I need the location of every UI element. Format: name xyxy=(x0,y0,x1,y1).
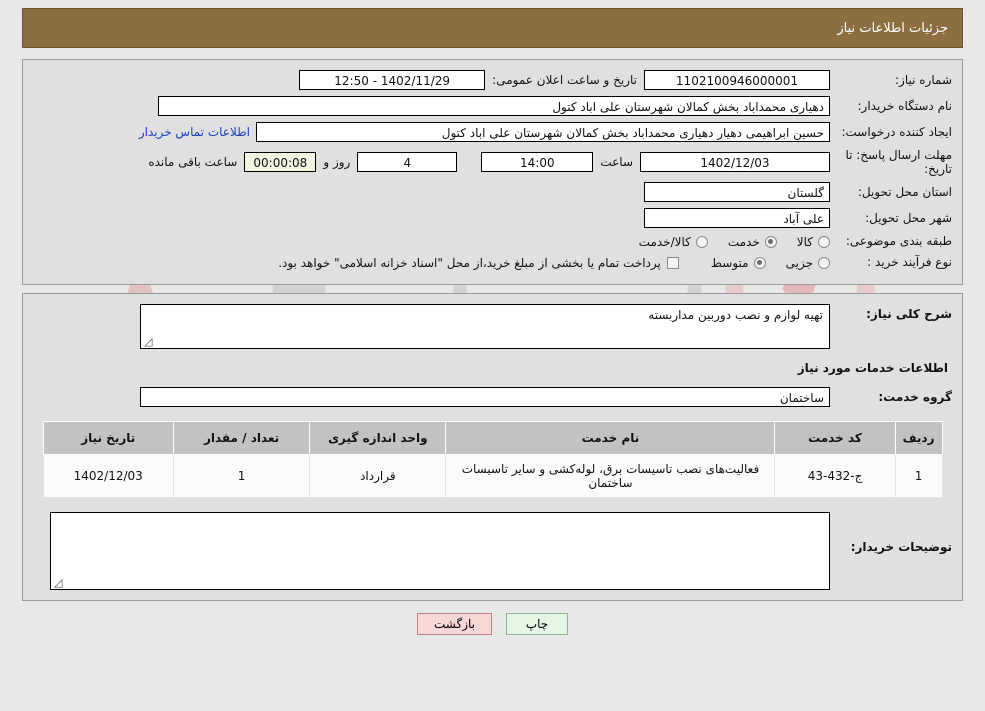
row-purchase-process: نوع فرآیند خرید : جزیی متوسط پرداخت تمام… xyxy=(23,255,962,270)
subject-category-radio-group: کالا خدمت کالا/خدمت xyxy=(621,235,830,249)
radio-indicator-goods[interactable] xyxy=(818,235,830,248)
row-response-deadline: مهلت ارسال پاسخ: تا تاریخ: 1402/12/03 سا… xyxy=(23,148,962,176)
radio-label-minor: جزیی xyxy=(785,255,813,270)
radio-category-service[interactable]: خدمت xyxy=(728,235,777,249)
page-root: جزئیات اطلاعات نیاز شماره نیاز: 11021009… xyxy=(0,8,985,635)
general-description-label: شرح کلی نیاز: xyxy=(866,307,952,321)
row-subject-category: طبقه بندی موضوعی: کالا خدمت کالا/خدمت xyxy=(23,234,962,249)
treasury-bond-checkbox[interactable] xyxy=(666,256,679,269)
cell-unit: قرارداد xyxy=(309,454,447,498)
row-need-number: شماره نیاز: 1102100946000001 تاریخ و ساع… xyxy=(23,70,962,90)
treasury-bond-note: پرداخت تمام یا بخشی از مبلغ خرید،از محل … xyxy=(278,255,661,270)
row-general-description: شرح کلی نیاز: تهیه لوازم و نصب دوربین مد… xyxy=(23,304,962,349)
radio-indicator-minor[interactable] xyxy=(818,256,830,269)
resize-grip-icon[interactable]: ◺ xyxy=(144,335,154,348)
cell-row-no: 1 xyxy=(894,454,943,498)
row-service-group: گروه خدمت: ساختمان xyxy=(23,387,962,407)
row-delivery-province: استان محل تحویل: گلستان xyxy=(23,182,962,202)
row-buyer-comment: توضیحات خریدار: ◺ xyxy=(23,512,962,590)
remaining-days-label: روز و xyxy=(323,155,351,169)
cell-service-name: فعالیت‌های نصب تاسیسات برق، لوله‌کشی و س… xyxy=(445,454,776,498)
buyer-comment-label: توضیحات خریدار: xyxy=(850,540,952,554)
items-table-wrap: ردیف کد خدمت نام خدمت واحد اندازه گیری ت… xyxy=(23,421,962,498)
row-delivery-city: شهر محل تحویل: علی آباد xyxy=(23,208,962,228)
col-header-need-date: تاریخ نیاز xyxy=(42,421,174,455)
deadline-hour-label: ساعت xyxy=(600,155,633,169)
col-header-service-code: کد خدمت xyxy=(774,421,896,455)
general-description-value: تهیه لوازم و نصب دوربین مداربسته xyxy=(648,308,823,322)
items-table-header-row: ردیف کد خدمت نام خدمت واحد اندازه گیری ت… xyxy=(42,421,943,455)
radio-process-medium[interactable]: متوسط xyxy=(711,256,766,270)
page-title: جزئیات اطلاعات نیاز xyxy=(837,20,948,36)
announce-datetime-label: تاریخ و ساعت اعلان عمومی: xyxy=(492,73,637,87)
items-table: ردیف کد خدمت نام خدمت واحد اندازه گیری ت… xyxy=(42,421,943,498)
delivery-city-label: شهر محل تحویل: xyxy=(865,210,952,225)
delivery-province-field[interactable]: گلستان xyxy=(644,182,830,202)
radio-label-goods-service: کالا/خدمت xyxy=(638,234,691,249)
remaining-timer-field: 00:00:08 xyxy=(244,152,317,172)
purchase-process-radio-group: جزیی متوسط xyxy=(693,256,830,270)
print-button[interactable]: چاپ xyxy=(506,613,568,635)
announce-datetime-field[interactable]: 1402/11/29 - 12:50 xyxy=(299,70,486,90)
radio-category-goods[interactable]: کالا xyxy=(797,235,830,249)
treasury-bond-checkbox-item[interactable]: پرداخت تمام یا بخشی از مبلغ خرید،از محل … xyxy=(278,256,679,270)
buyer-contact-link[interactable]: اطلاعات تماس خریدار xyxy=(133,125,256,139)
row-buyer-org: نام دستگاه خریدار: دهیاری محمداباد بخش ک… xyxy=(23,96,962,116)
delivery-city-field[interactable]: علی آباد xyxy=(644,208,830,228)
col-header-service-name: نام خدمت xyxy=(445,421,776,455)
radio-category-goods-service[interactable]: کالا/خدمت xyxy=(639,235,708,249)
page-title-bar: جزئیات اطلاعات نیاز xyxy=(22,8,963,48)
col-header-unit: واحد اندازه گیری xyxy=(309,421,447,455)
table-row: 1 ج-432-43 فعالیت‌های نصب تاسیسات برق، ل… xyxy=(42,454,943,498)
col-header-quantity: تعداد / مقدار xyxy=(172,421,311,455)
need-number-field[interactable]: 1102100946000001 xyxy=(644,70,830,90)
cell-service-code: ج-432-43 xyxy=(774,454,896,498)
radio-indicator-service[interactable] xyxy=(764,235,777,248)
radio-label-medium: متوسط xyxy=(710,255,749,270)
radio-process-minor[interactable]: جزیی xyxy=(786,256,830,270)
response-deadline-label: مهلت ارسال پاسخ: تا تاریخ: xyxy=(845,148,952,176)
need-details-panel: شرح کلی نیاز: تهیه لوازم و نصب دوربین مد… xyxy=(22,293,963,601)
remaining-days-field: 4 xyxy=(357,152,458,172)
buyer-org-label: نام دستگاه خریدار: xyxy=(857,98,953,113)
delivery-province-label: استان محل تحویل: xyxy=(857,184,952,199)
row-request-creator: ایجاد کننده درخواست: حسین ابراهیمی دهیار… xyxy=(23,122,962,142)
cell-need-date: 1402/12/03 xyxy=(42,454,174,498)
deadline-hour-field[interactable]: 14:00 xyxy=(481,152,594,172)
deadline-date-field[interactable]: 1402/12/03 xyxy=(640,152,830,172)
resize-grip-icon[interactable]: ◺ xyxy=(54,576,64,589)
services-section-title: اطلاعات خدمات مورد نیاز xyxy=(797,361,948,375)
action-button-bar: بازگشت چاپ xyxy=(0,613,985,635)
need-info-panel: شماره نیاز: 1102100946000001 تاریخ و ساع… xyxy=(22,59,963,285)
need-number-label: شماره نیاز: xyxy=(895,72,952,87)
cell-quantity: 1 xyxy=(172,454,311,498)
radio-label-goods: کالا xyxy=(796,234,813,249)
radio-indicator-goods-service[interactable] xyxy=(695,235,708,248)
buyer-comment-textarea[interactable]: ◺ xyxy=(50,512,830,590)
back-button[interactable]: بازگشت xyxy=(417,613,492,635)
buyer-org-field[interactable]: دهیاری محمداباد بخش کمالان شهرستان علی ا… xyxy=(158,96,830,116)
radio-label-service: خدمت xyxy=(727,234,760,249)
col-header-row-no: ردیف xyxy=(894,421,943,455)
request-creator-label: ایجاد کننده درخواست: xyxy=(841,124,952,139)
service-group-field[interactable]: ساختمان xyxy=(140,387,830,407)
radio-indicator-medium[interactable] xyxy=(753,256,766,269)
purchase-process-label: نوع فرآیند خرید : xyxy=(867,255,952,269)
request-creator-field[interactable]: حسین ابراهیمی دهیار دهیاری محمداباد بخش … xyxy=(256,122,830,142)
remaining-hours-label: ساعت باقی مانده xyxy=(148,155,238,169)
service-group-label: گروه خدمت: xyxy=(878,389,952,404)
general-description-textarea[interactable]: تهیه لوازم و نصب دوربین مداربسته ◺ xyxy=(140,304,830,349)
subject-category-label: طبقه بندی موضوعی: xyxy=(845,234,952,248)
